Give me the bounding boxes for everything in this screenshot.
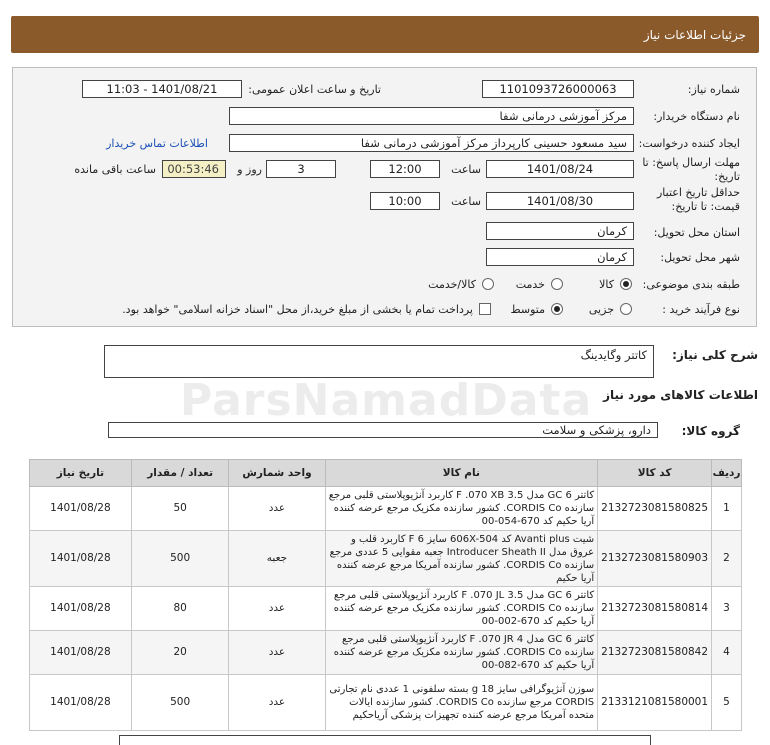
cell-unit: عدد: [228, 586, 326, 631]
cell-qty: 500: [130, 674, 230, 731]
cell-unit: عدد: [228, 486, 326, 531]
announce-datetime-field: 1401/08/21 - 11:03: [82, 80, 242, 98]
reply-date-field: 1401/08/24: [486, 160, 634, 178]
need-number-field: 1101093726000063: [482, 80, 634, 98]
category-goods-radio[interactable]: [620, 278, 632, 290]
cell-row: 4: [711, 630, 742, 675]
table-row[interactable]: 5 2133121081580001 سوزن آنژیوگرافی سایز …: [29, 674, 742, 731]
goods-group-label: گروه کالا:: [681, 424, 740, 438]
reply-deadline-label-2: تاریخ:: [714, 170, 740, 183]
category-service-label: خدمت: [515, 278, 545, 291]
need-number-label: شماره نیاز:: [687, 83, 740, 96]
announce-datetime-label: تاریخ و ساعت اعلان عمومی:: [248, 83, 381, 96]
cell-name: شیت Avanti plus کد 606X-504 سایز F 6 کار…: [324, 530, 599, 587]
category-goods-service-label: کالا/خدمت: [428, 278, 476, 291]
process-minor-label: جزیی: [588, 303, 614, 316]
description-field: کاتتر وگایدینگ: [104, 345, 654, 378]
page-title: جزئیات اطلاعات نیاز: [643, 27, 746, 42]
col-name: نام کالا: [324, 459, 599, 487]
description-label: شرح کلی نیاز:: [672, 348, 758, 362]
table-row[interactable]: 2 2132723081580903 شیت Avanti plus کد 60…: [29, 530, 742, 587]
cell-date: 1401/08/28: [29, 630, 132, 675]
table-row[interactable]: 1 2132723081580825 کاتتر 6 GC مدل F .070…: [29, 486, 742, 531]
cell-row: 1: [711, 486, 742, 531]
cell-name: کاتتر 6 GC مدل F .070 XB 3.5 کاربرد آنژی…: [324, 486, 599, 531]
reply-time-field: 12:00: [370, 160, 440, 178]
cell-unit: جعبه: [228, 530, 326, 587]
price-validity-time-label: ساعت: [451, 195, 481, 208]
reply-time-label: ساعت: [451, 163, 481, 176]
cell-date: 1401/08/28: [29, 486, 132, 531]
cell-unit: عدد: [228, 674, 326, 731]
city-label: شهر محل تحویل:: [660, 251, 740, 264]
process-medium-radio[interactable]: [551, 303, 563, 315]
requester-field: سید مسعود حسینی کارپرداز مرکز آموزشی درم…: [229, 134, 634, 152]
province-field: کرمان: [486, 222, 634, 240]
remaining-time-field: 00:53:46: [162, 160, 226, 178]
cell-code: 2132723081580903: [597, 530, 713, 587]
col-qty: تعداد / مقدار: [130, 459, 230, 487]
page-header: جزئیات اطلاعات نیاز: [11, 16, 759, 53]
city-field: کرمان: [486, 248, 634, 266]
cell-qty: 500: [130, 530, 230, 587]
cell-row: 2: [711, 530, 742, 587]
province-label: استان محل تحویل:: [653, 226, 740, 239]
category-label: طبقه بندی موضوعی:: [642, 278, 740, 291]
goods-info-title: اطلاعات کالاهای مورد نیاز: [603, 388, 758, 402]
buyer-org-label: نام دستگاه خریدار:: [653, 110, 740, 123]
cell-row: 3: [711, 586, 742, 631]
process-label: نوع فرآیند خرید :: [662, 303, 740, 316]
category-goods-service-radio[interactable]: [482, 278, 494, 290]
cell-code: 2132723081580842: [597, 630, 713, 675]
reply-days-label: روز و: [237, 163, 262, 176]
cell-row: 5: [711, 674, 742, 731]
cell-name: کاتتر 6 GC مدل F .070 JL 3.5 کاربرد آنژی…: [324, 586, 599, 631]
reply-days-field: 3: [266, 160, 336, 178]
need-details-panel: شماره نیاز: 1101093726000063 تاریخ و ساع…: [12, 67, 757, 327]
cell-unit: عدد: [228, 630, 326, 675]
cell-code: 2132723081580825: [597, 486, 713, 531]
col-unit: واحد شمارش: [228, 459, 326, 487]
watermark: ParsNamadData: [180, 375, 593, 426]
price-validity-time-field: 10:00: [370, 192, 440, 210]
cell-date: 1401/08/28: [29, 674, 132, 731]
table-row[interactable]: 3 2132723081580814 کاتتر 6 GC مدل F .070…: [29, 586, 742, 631]
cell-qty: 20: [130, 630, 230, 675]
goods-table: ردیف کد کالا نام کالا واحد شمارش تعداد /…: [29, 459, 742, 731]
col-row: ردیف: [711, 459, 742, 487]
treasury-payment-checkbox[interactable]: [479, 303, 491, 315]
process-minor-radio[interactable]: [620, 303, 632, 315]
treasury-payment-note: پرداخت تمام یا بخشی از مبلغ خرید،از محل …: [122, 303, 473, 316]
buyer-contact-link[interactable]: اطلاعات تماس خریدار: [106, 137, 208, 150]
remaining-time-label: ساعت باقی مانده: [74, 163, 156, 176]
price-validity-date-field: 1401/08/30: [486, 192, 634, 210]
cell-name: کاتتر 6 GC مدل F .070 JR 4 کاربرد آنژیوپ…: [324, 630, 599, 675]
col-code: کد کالا: [597, 459, 713, 487]
cell-qty: 80: [130, 586, 230, 631]
table-row[interactable]: 4 2132723081580842 کاتتر 6 GC مدل F .070…: [29, 630, 742, 675]
price-validity-label: حداقل تاریخ اعتبار: [656, 186, 740, 199]
cell-code: 2132723081580814: [597, 586, 713, 631]
cell-date: 1401/08/28: [29, 530, 132, 587]
cell-name: سوزن آنژیوگرافی سایز 18 g بسته سلفونی 1 …: [324, 674, 599, 731]
process-medium-label: متوسط: [510, 303, 545, 316]
category-goods-label: کالا: [599, 278, 614, 291]
cell-qty: 50: [130, 486, 230, 531]
reply-deadline-label: مهلت ارسال پاسخ: تا: [642, 156, 740, 169]
table-header-row: ردیف کد کالا نام کالا واحد شمارش تعداد /…: [29, 459, 742, 487]
col-date: تاریخ نیاز: [29, 459, 132, 487]
cell-date: 1401/08/28: [29, 586, 132, 631]
category-service-radio[interactable]: [551, 278, 563, 290]
requester-label: ایجاد کننده درخواست:: [638, 137, 740, 150]
cell-code: 2133121081580001: [597, 674, 713, 731]
bottom-field: [119, 735, 651, 745]
price-validity-label-2: قیمت: تا تاریخ:: [671, 200, 740, 213]
buyer-org-field: مرکز آموزشی درمانی شفا: [229, 107, 634, 125]
